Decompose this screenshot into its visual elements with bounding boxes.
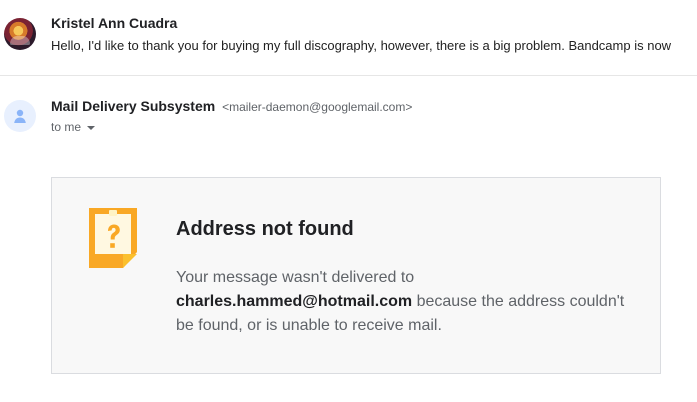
sender-line: Mail Delivery Subsystem <mailer-daemon@g… [51,98,412,114]
sender-avatar [4,18,36,50]
notice-body-intro: Your message wasn't delivered to [176,269,415,286]
failed-recipient-address: charles.hammed@hotmail.com [176,293,413,310]
notice-body: Your message wasn't delivered to charles… [176,266,646,338]
recipient-details-toggle[interactable]: to me [51,120,96,134]
question-mark-warning-icon [89,208,137,268]
person-icon [14,109,26,123]
thread-preview-row[interactable]: Kristel Ann Cuadra Hello, I'd like to th… [0,0,697,76]
chevron-down-icon[interactable] [87,125,96,130]
thread-snippet: Hello, I'd like to thank you for buying … [51,38,672,53]
thread-sender-name: Kristel Ann Cuadra [51,15,178,31]
message-sender-email: <mailer-daemon@googlemail.com> [222,100,413,114]
delivery-failure-card: Address not found Your message wasn't de… [51,177,661,374]
message-sender-name: Mail Delivery Subsystem [51,98,216,114]
message-header: Mail Delivery Subsystem <mailer-daemon@g… [0,94,697,144]
notice-title: Address not found [176,218,354,240]
default-user-avatar-icon [4,100,36,132]
recipient-label: to me [51,120,82,134]
